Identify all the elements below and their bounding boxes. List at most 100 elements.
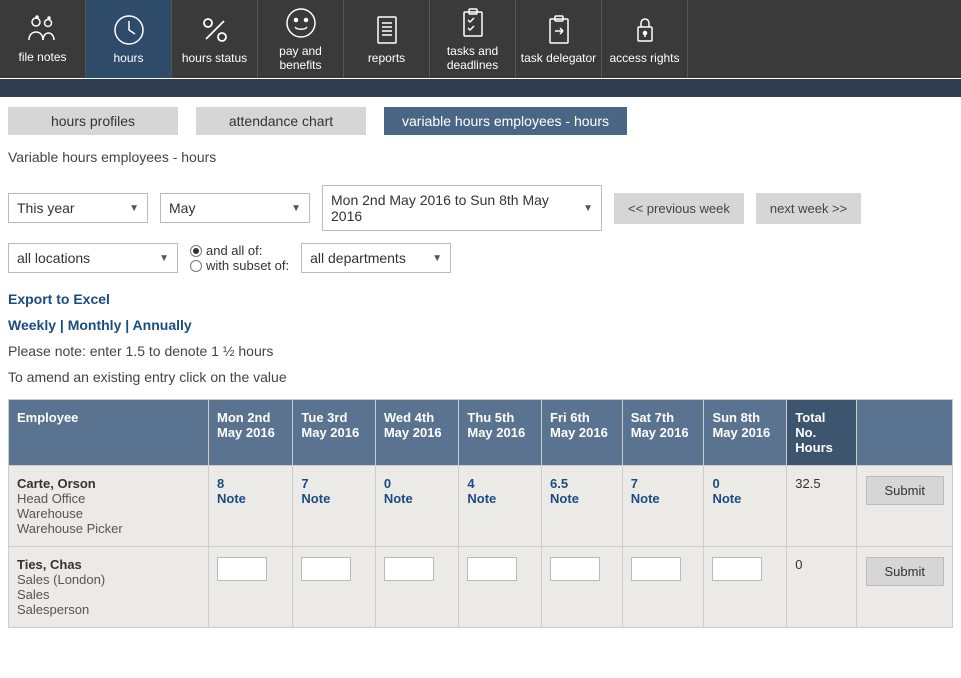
- people-icon: [25, 14, 61, 46]
- hours-cell: [209, 547, 293, 628]
- prev-week-button[interactable]: << previous week: [614, 193, 744, 224]
- tab-attendance-chart[interactable]: attendance chart: [196, 107, 366, 135]
- employee-name: Ties, Chas: [17, 557, 200, 572]
- col-day-3: Thu 5th May 2016: [459, 400, 542, 466]
- col-day-0: Mon 2nd May 2016: [209, 400, 293, 466]
- hours-value[interactable]: 4: [467, 476, 533, 491]
- clipboard-arrow-icon: [544, 13, 574, 47]
- filter-radio-group: and all of: with subset of:: [190, 243, 289, 273]
- hours-value[interactable]: 7: [301, 476, 366, 491]
- clipboard-check-icon: [458, 6, 488, 40]
- week-range-select[interactable]: Mon 2nd May 2016 to Sun 8th May 2016▼: [322, 185, 602, 231]
- hours-value[interactable]: 6.5: [550, 476, 614, 491]
- hours-input[interactable]: [712, 557, 762, 581]
- top-nav: file notes hours hours status pay and be…: [0, 0, 961, 78]
- hours-cell: 7Note: [622, 466, 704, 547]
- hours-cell: [542, 547, 623, 628]
- lock-icon: [630, 13, 660, 47]
- hours-cell: 0Note: [375, 466, 459, 547]
- radio-with-subset[interactable]: [190, 260, 202, 272]
- col-day-1: Tue 3rd May 2016: [293, 400, 375, 466]
- employee-subline: Warehouse Picker: [17, 521, 200, 536]
- employee-subline: Sales (London): [17, 572, 200, 587]
- nav-hours-status[interactable]: hours status: [172, 0, 258, 78]
- tab-hours-profiles[interactable]: hours profiles: [8, 107, 178, 135]
- note-link[interactable]: Note: [217, 491, 284, 506]
- hours-input[interactable]: [384, 557, 434, 581]
- employee-cell: Carte, OrsonHead OfficeWarehouseWarehous…: [9, 466, 209, 547]
- note-line-1: Please note: enter 1.5 to denote 1 ½ hou…: [8, 343, 953, 359]
- hours-table: Employee Mon 2nd May 2016 Tue 3rd May 20…: [8, 399, 953, 628]
- submit-cell: Submit: [857, 466, 953, 547]
- annually-link[interactable]: Annually: [133, 317, 192, 333]
- note-link[interactable]: Note: [467, 491, 533, 506]
- submit-cell: Submit: [857, 547, 953, 628]
- weekly-link[interactable]: Weekly: [8, 317, 56, 333]
- nav-tasks-deadlines[interactable]: tasks and deadlines: [430, 0, 516, 78]
- hours-input[interactable]: [467, 557, 517, 581]
- hours-cell: [622, 547, 704, 628]
- hours-cell: [293, 547, 375, 628]
- col-actions: [857, 400, 953, 466]
- hours-input[interactable]: [631, 557, 681, 581]
- total-cell: 32.5: [787, 466, 857, 547]
- nav-access-rights[interactable]: access rights: [602, 0, 688, 78]
- employee-name: Carte, Orson: [17, 476, 200, 491]
- hours-cell: [704, 547, 787, 628]
- next-week-button[interactable]: next week >>: [756, 193, 861, 224]
- note-link[interactable]: Note: [712, 491, 778, 506]
- export-excel-link[interactable]: Export to Excel: [8, 291, 110, 307]
- total-cell: 0: [787, 547, 857, 628]
- nav-file-notes[interactable]: file notes: [0, 0, 86, 78]
- col-day-5: Sat 7th May 2016: [622, 400, 704, 466]
- hours-value[interactable]: 8: [217, 476, 284, 491]
- hours-cell: 0Note: [704, 466, 787, 547]
- nav-task-delegator[interactable]: task delegator: [516, 0, 602, 78]
- col-day-6: Sun 8th May 2016: [704, 400, 787, 466]
- employee-cell: Ties, ChasSales (London)SalesSalesperson: [9, 547, 209, 628]
- department-select[interactable]: all departments▼: [301, 243, 451, 273]
- nav-reports[interactable]: reports: [344, 0, 430, 78]
- radio-and-all[interactable]: [190, 245, 202, 257]
- hours-input[interactable]: [301, 557, 351, 581]
- col-day-4: Fri 6th May 2016: [542, 400, 623, 466]
- nav-hours[interactable]: hours: [86, 0, 172, 78]
- hours-value[interactable]: 7: [631, 476, 696, 491]
- chevron-down-icon: ▼: [159, 253, 169, 264]
- hours-input[interactable]: [217, 557, 267, 581]
- chevron-down-icon: ▼: [432, 253, 442, 264]
- document-icon: [372, 13, 402, 47]
- note-link[interactable]: Note: [384, 491, 451, 506]
- submit-button[interactable]: Submit: [866, 557, 944, 586]
- monthly-link[interactable]: Monthly: [68, 317, 122, 333]
- col-day-2: Wed 4th May 2016: [375, 400, 459, 466]
- nav-pay-benefits[interactable]: pay and benefits: [258, 0, 344, 78]
- submit-button[interactable]: Submit: [866, 476, 944, 505]
- hours-input[interactable]: [550, 557, 600, 581]
- col-total: Total No. Hours: [787, 400, 857, 466]
- year-select[interactable]: This year▼: [8, 193, 148, 223]
- month-select[interactable]: May▼: [160, 193, 310, 223]
- tab-variable-hours[interactable]: variable hours employees - hours: [384, 107, 627, 135]
- col-employee: Employee: [9, 400, 209, 466]
- chevron-down-icon: ▼: [583, 203, 593, 214]
- table-row: Carte, OrsonHead OfficeWarehouseWarehous…: [9, 466, 953, 547]
- hours-value[interactable]: 0: [712, 476, 778, 491]
- hours-value[interactable]: 0: [384, 476, 451, 491]
- note-link[interactable]: Note: [301, 491, 366, 506]
- hours-cell: [375, 547, 459, 628]
- sub-tabs: hours profiles attendance chart variable…: [0, 97, 961, 135]
- page-title: Variable hours employees - hours: [8, 149, 953, 165]
- smile-icon: [284, 6, 318, 40]
- employee-subline: Salesperson: [17, 602, 200, 617]
- hours-cell: 8Note: [209, 466, 293, 547]
- employee-subline: Head Office: [17, 491, 200, 506]
- note-link[interactable]: Note: [631, 491, 696, 506]
- clock-icon: [112, 13, 146, 47]
- dark-bar: [0, 79, 961, 97]
- note-link[interactable]: Note: [550, 491, 614, 506]
- percent-icon: [198, 13, 232, 47]
- note-line-2: To amend an existing entry click on the …: [8, 369, 953, 385]
- hours-cell: 7Note: [293, 466, 375, 547]
- location-select[interactable]: all locations▼: [8, 243, 178, 273]
